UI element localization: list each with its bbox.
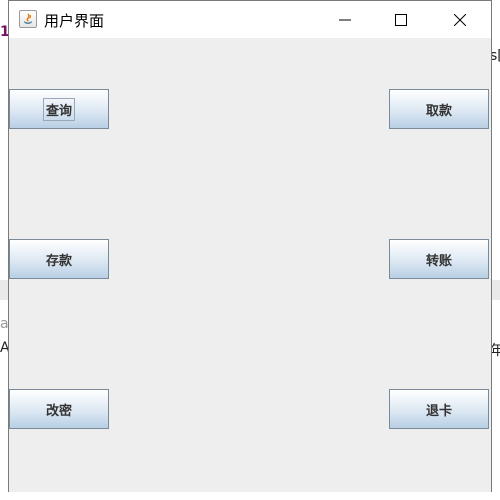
minimize-button[interactable] <box>322 1 368 38</box>
query-button[interactable]: 查询 <box>9 89 109 129</box>
content-panel: 查询 取款 存款 转账 改密 退卡 <box>9 38 491 492</box>
minimize-icon <box>339 19 351 21</box>
transfer-button-label: 转账 <box>425 253 452 269</box>
withdraw-button[interactable]: 取款 <box>389 89 489 129</box>
window-title: 用户界面 <box>44 12 105 30</box>
eject-card-button[interactable]: 退卡 <box>389 389 489 429</box>
change-password-button[interactable]: 改密 <box>9 389 109 429</box>
eject-card-button-label: 退卡 <box>425 403 452 419</box>
maximize-button[interactable] <box>378 1 424 38</box>
title-bar[interactable]: 用户界面 <box>9 1 491 38</box>
withdraw-button-label: 取款 <box>425 103 452 119</box>
close-icon <box>454 14 466 26</box>
deposit-button-label: 存款 <box>45 253 72 269</box>
query-button-label: 查询 <box>42 97 76 121</box>
change-password-button-label: 改密 <box>45 403 72 419</box>
close-button[interactable] <box>437 1 483 38</box>
user-interface-window: 用户界面 查询 取款 存款 转账 改密 退卡 <box>8 0 492 492</box>
deposit-button[interactable]: 存款 <box>9 239 109 279</box>
java-icon <box>19 10 37 28</box>
maximize-icon <box>395 14 407 26</box>
transfer-button[interactable]: 转账 <box>389 239 489 279</box>
